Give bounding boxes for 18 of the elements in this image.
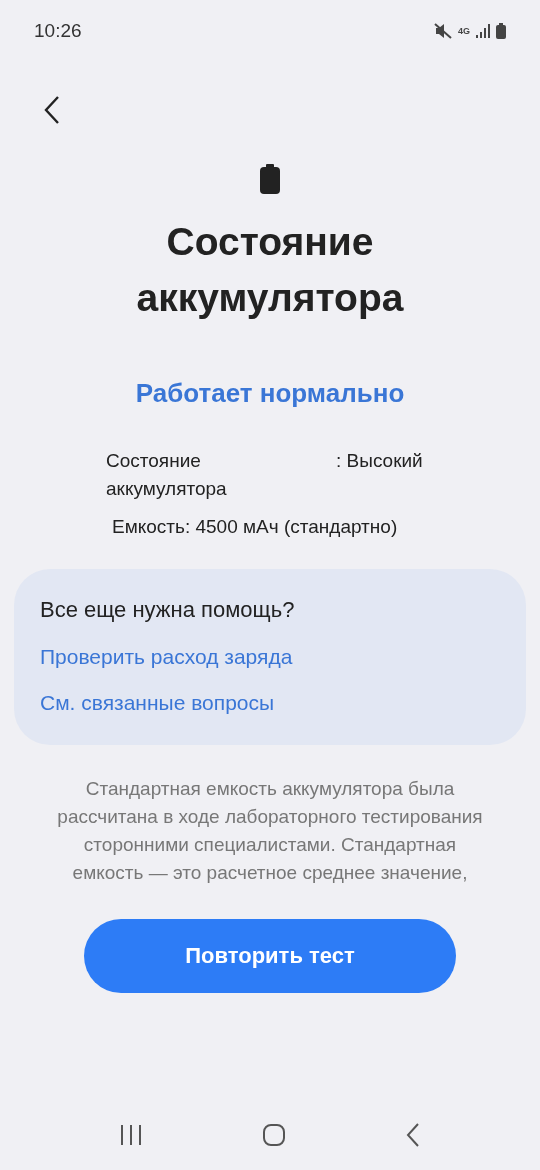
- help-link[interactable]: Проверить расход заряда: [40, 645, 500, 669]
- battery-icon: [260, 164, 280, 194]
- capacity-text: Емкость: 4500 мАч (стандартно): [112, 515, 399, 539]
- signal-icon: [476, 24, 490, 38]
- retest-button[interactable]: Повторить тест: [84, 919, 456, 993]
- help-link[interactable]: См. связанные вопросы: [40, 691, 500, 715]
- battery-status: Работает нормально: [134, 378, 406, 409]
- page-title: Состояние аккумулятора: [135, 219, 405, 321]
- network-type: 4G: [458, 26, 470, 36]
- mute-icon: [434, 23, 452, 39]
- help-heading: Все еще нужна помощь?: [40, 597, 296, 623]
- battery-icon: [496, 23, 506, 39]
- home-icon: [262, 1123, 286, 1147]
- recent-apps-icon: [120, 1125, 142, 1145]
- clock: 10:26: [34, 20, 82, 42]
- capacity-note: Стандартная емкость аккумулятора была рассчитана в ходе лабораторного тестирования сторонними специалистами. Стандартная емкость — это расчетное среднее значение,: [56, 777, 484, 885]
- health-label: Состояние аккумулятора: [106, 449, 228, 501]
- health-value: : Высокий: [336, 449, 424, 473]
